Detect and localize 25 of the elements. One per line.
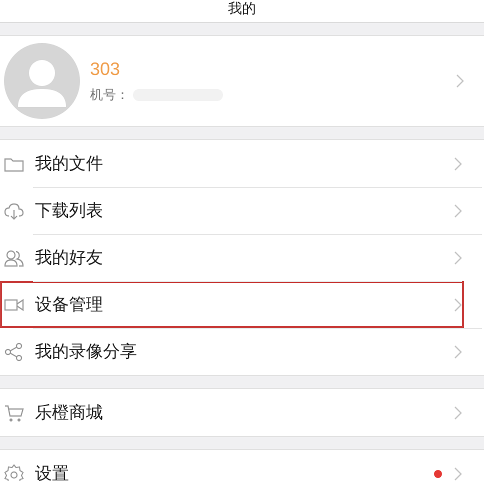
people-icon: [4, 248, 24, 268]
chevron-icon: [454, 250, 462, 264]
menu-item[interactable]: 设置: [0, 450, 484, 481]
avatar-icon: [4, 43, 80, 119]
page-title: 我的: [228, 0, 256, 18]
menu-item[interactable]: 我的文件: [0, 140, 484, 187]
menu-item[interactable]: 我的录像分享: [0, 328, 484, 375]
cart-icon: [4, 402, 24, 422]
chevron-icon: [454, 466, 462, 480]
profile-card[interactable]: 303 机号：: [0, 35, 484, 127]
menu-item[interactable]: 乐橙商城: [0, 389, 484, 436]
menu-item[interactable]: 下载列表: [0, 187, 484, 234]
cloud-download-icon: [4, 200, 24, 220]
gear-icon: [4, 464, 24, 481]
share-icon: [4, 342, 24, 362]
menu-item[interactable]: 我的好友: [0, 234, 484, 281]
chevron-icon: [454, 406, 462, 420]
chevron-icon: [456, 74, 464, 88]
chevron-icon: [454, 204, 462, 218]
chevron-icon: [454, 298, 462, 312]
user-name: 303: [90, 58, 122, 80]
phone-label: 机号：: [90, 86, 129, 104]
menu-item[interactable]: 设备管理: [0, 281, 464, 328]
chevron-icon: [454, 156, 462, 170]
chevron-icon: [454, 344, 462, 358]
